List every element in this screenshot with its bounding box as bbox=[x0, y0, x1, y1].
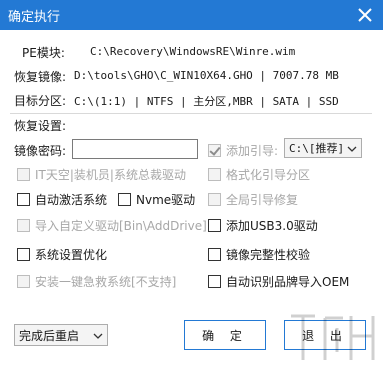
global-boot-repair-checkbox[interactable]: 全局引导修复 bbox=[208, 191, 298, 208]
option-label: 导入自定义驱动[Bin\AddDrive] bbox=[35, 219, 207, 233]
option-label: 镜像完整性校验 bbox=[226, 248, 311, 262]
option-label: 格式化引导分区 bbox=[226, 168, 311, 182]
option-label: 全局引导修复 bbox=[226, 193, 299, 207]
install-rescue-system-checkbox[interactable]: 安装一键急救系统[不支持] bbox=[17, 273, 176, 290]
after-completion-select[interactable]: 完成后重启 bbox=[14, 324, 108, 346]
chevron-down-icon bbox=[347, 146, 357, 152]
add-boot-checkbox[interactable]: 添加引导: bbox=[208, 142, 278, 159]
add-usb3-driver-checkbox[interactable]: 添加USB3.0驱动 bbox=[208, 217, 318, 234]
pe-module-label: PE模块: bbox=[22, 46, 65, 60]
auto-activate-checkbox[interactable]: 自动激活系统 bbox=[17, 191, 107, 208]
restore-image-label: 恢复镜像: bbox=[14, 70, 67, 84]
option-label: 自动激活系统 bbox=[35, 193, 108, 207]
checkbox-box[interactable] bbox=[17, 248, 30, 261]
password-label: 镜像密码: bbox=[14, 144, 67, 158]
pe-module-value: C:\Recovery\WindowsRE\Winre.wim bbox=[90, 45, 296, 58]
boot-partition-select[interactable]: C:\[推荐] bbox=[284, 138, 362, 158]
it-sky-driver-checkbox[interactable]: IT天空|装机员|系统总裁驱动 bbox=[17, 166, 186, 183]
ok-button[interactable]: 确 定 bbox=[184, 320, 266, 350]
format-boot-partition-checkbox[interactable]: 格式化引导分区 bbox=[208, 166, 310, 183]
close-icon bbox=[358, 8, 372, 22]
divider bbox=[10, 113, 372, 114]
checkbox-box[interactable] bbox=[208, 219, 221, 232]
system-optimize-checkbox[interactable]: 系统设置优化 bbox=[17, 246, 107, 263]
checkbox-box[interactable] bbox=[208, 168, 221, 181]
watermark-logo bbox=[291, 314, 375, 360]
option-label: 自动识别品牌导入OEM bbox=[226, 275, 350, 289]
option-label: 系统设置优化 bbox=[35, 248, 108, 262]
restore-image-value: D:\tools\GHO\C_WIN10X64.GHO | 7007.78 MB bbox=[74, 69, 339, 82]
checkbox-box[interactable] bbox=[17, 193, 30, 206]
checkbox-box[interactable] bbox=[17, 275, 30, 288]
checkbox-box[interactable] bbox=[208, 275, 221, 288]
close-button[interactable] bbox=[353, 3, 377, 27]
import-custom-driver-checkbox[interactable]: 导入自定义驱动[Bin\AddDrive] bbox=[17, 217, 207, 234]
restore-settings-heading: 恢复设置: bbox=[14, 119, 67, 133]
add-boot-label: 添加引导: bbox=[226, 144, 279, 158]
after-completion-value: 完成后重启 bbox=[19, 328, 80, 343]
password-input[interactable] bbox=[72, 139, 198, 159]
checkbox-box[interactable] bbox=[17, 168, 30, 181]
chevron-down-icon bbox=[93, 333, 103, 339]
boot-partition-value: C:\[推荐] bbox=[289, 142, 345, 155]
target-partition-label: 目标分区: bbox=[14, 94, 67, 108]
target-partition-value: C:\(1:1) | NTFS | 主分区,MBR | SATA | SSD bbox=[74, 95, 339, 108]
checkbox-box[interactable] bbox=[208, 193, 221, 206]
checkbox-box[interactable] bbox=[118, 193, 131, 206]
option-label: 安装一键急救系统[不支持] bbox=[35, 275, 177, 289]
nvme-driver-checkbox[interactable]: Nvme驱动 bbox=[118, 191, 195, 208]
title-bar: 确定执行 bbox=[0, 0, 383, 30]
option-label: IT天空|装机员|系统总裁驱动 bbox=[35, 168, 186, 182]
checkbox-box[interactable] bbox=[17, 219, 30, 232]
add-boot-check[interactable] bbox=[208, 144, 221, 157]
confirm-execute-dialog: 确定执行 PE模块: C:\Recovery\WindowsRE\Winre.w… bbox=[0, 0, 383, 368]
option-label: 添加USB3.0驱动 bbox=[226, 219, 318, 233]
option-label: Nvme驱动 bbox=[136, 193, 196, 207]
auto-oem-import-checkbox[interactable]: 自动识别品牌导入OEM bbox=[208, 273, 349, 290]
window-title: 确定执行 bbox=[8, 10, 61, 25]
checkbox-box[interactable] bbox=[208, 248, 221, 261]
image-integrity-check-checkbox[interactable]: 镜像完整性校验 bbox=[208, 246, 310, 263]
